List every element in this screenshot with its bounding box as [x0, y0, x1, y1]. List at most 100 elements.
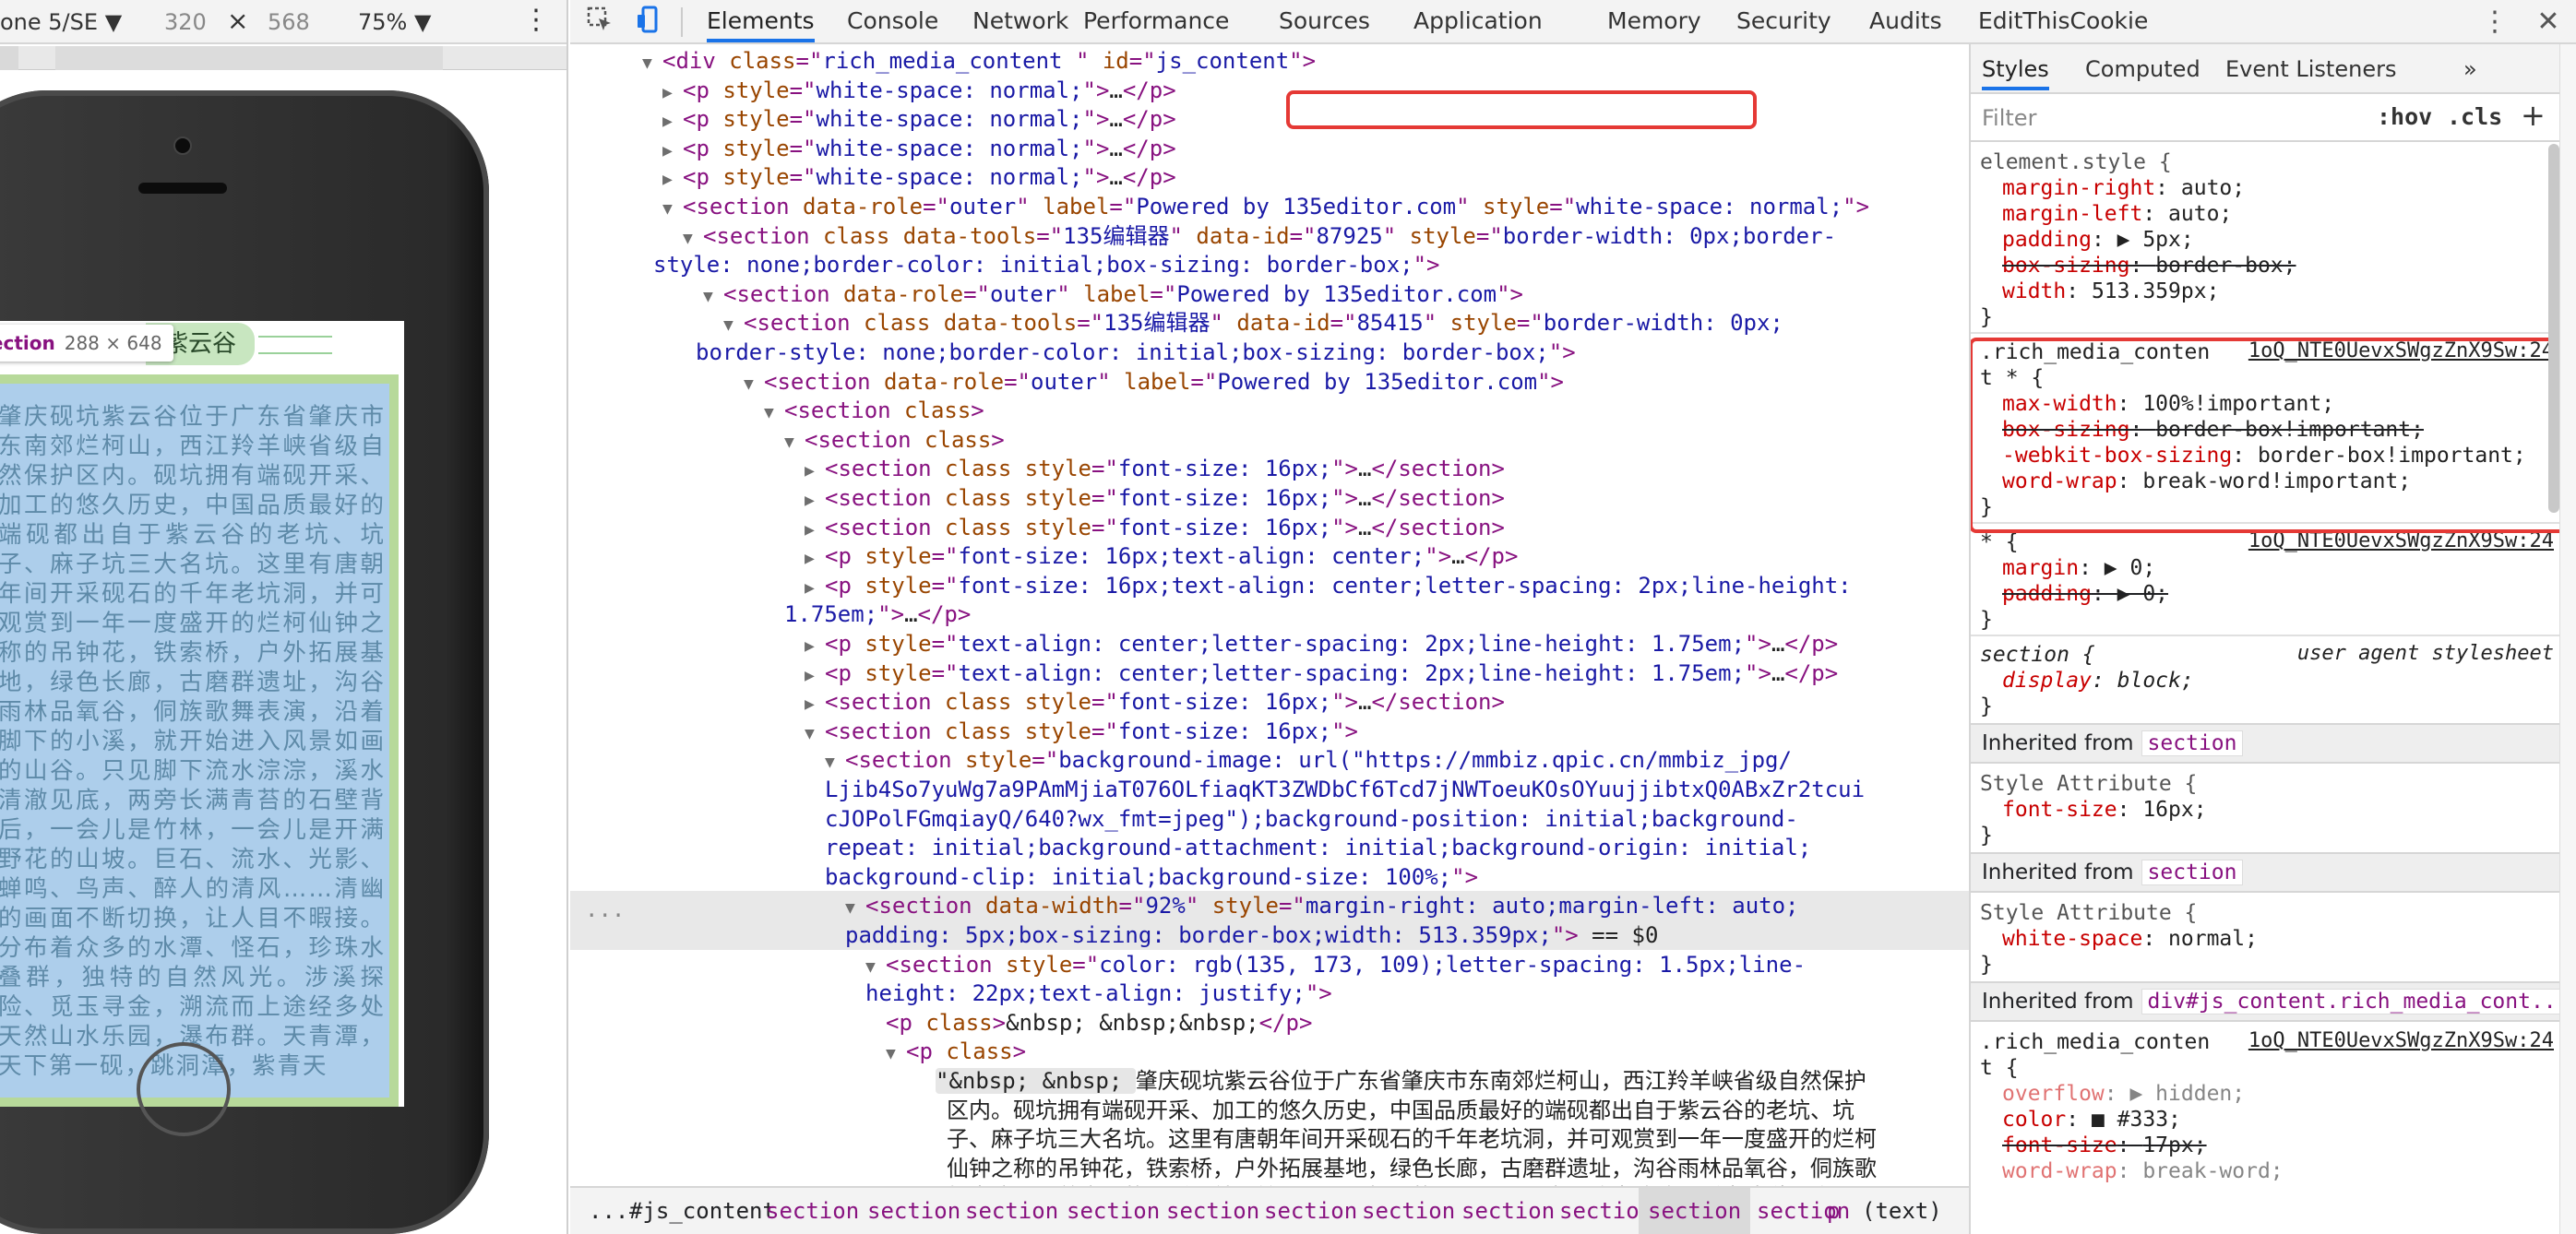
- dom-node[interactable]: ▶ <p style="text-align: center;letter-spa…: [805, 629, 1838, 659]
- breadcrumb-item[interactable]: (text): [1862, 1188, 1942, 1234]
- css-property[interactable]: width: 513.359px;: [2002, 279, 2219, 304]
- expand-triangle-icon[interactable]: ▼: [784, 428, 805, 457]
- dom-text-node[interactable]: "&nbsp; &nbsp; 肇庆砚坑紫云谷位于广东省肇庆市东南郊烂柯山，西江羚…: [936, 1066, 1866, 1096]
- dom-node[interactable]: ▶ <p style="font-size: 16px;text-align: c…: [805, 541, 1518, 571]
- dom-node[interactable]: ▶ <section class style="font-size: 16px;"…: [805, 483, 1505, 513]
- property-value[interactable]: block;: [2117, 669, 2194, 693]
- breadcrumb-item[interactable]: section: [867, 1188, 960, 1234]
- tab-application[interactable]: Application: [1413, 0, 1543, 42]
- property-value[interactable]: normal;: [2168, 927, 2258, 951]
- ellipsis-icon[interactable]: ...: [585, 895, 625, 924]
- dom-node[interactable]: ▼ <section class>: [764, 396, 984, 425]
- breadcrumb-item[interactable]: section: [1639, 1188, 1751, 1234]
- property-value[interactable]: ▶ 0;: [2105, 556, 2155, 580]
- dom-node[interactable]: ▼ <section data-role="outer" label="Power…: [662, 192, 1869, 221]
- css-property[interactable]: white-space: normal;: [2002, 926, 2258, 952]
- property-name[interactable]: margin: [2002, 556, 2079, 580]
- property-name[interactable]: padding: [2002, 582, 2092, 606]
- collapse-triangle-icon[interactable]: ▶: [662, 165, 683, 195]
- dom-node[interactable]: ▼ <div class="rich_media_content " id="js…: [642, 46, 1316, 76]
- dom-node[interactable]: ▼ <section class>: [784, 425, 1005, 455]
- new-rule-icon[interactable]: +: [2521, 98, 2546, 133]
- css-property[interactable]: box-sizing: border-box;: [2002, 253, 2296, 279]
- property-name[interactable]: margin-right: [2002, 176, 2155, 200]
- zoom-select[interactable]: 75% ▼: [358, 9, 431, 35]
- tab-editthiscookie[interactable]: EditThisCookie: [1978, 0, 2148, 42]
- tab-memory[interactable]: Memory: [1607, 0, 1701, 42]
- property-name[interactable]: width: [2002, 279, 2066, 303]
- styles-tab-0[interactable]: Styles: [1982, 48, 2049, 90]
- dom-node[interactable]: ▶ <section class style="font-size: 16px;"…: [805, 454, 1505, 483]
- dom-node[interactable]: ▼ <section class data-tools="135编辑器" data…: [683, 221, 1836, 251]
- dom-node[interactable]: ▼ <section data-width="92%" style="margin…: [845, 891, 1799, 920]
- styles-scrollbar[interactable]: [2548, 144, 2559, 513]
- dom-node[interactable]: ▶ <section class style="font-size: 16px;"…: [805, 513, 1505, 542]
- breadcrumb-item[interactable]: section: [1461, 1188, 1555, 1234]
- more-options-icon[interactable]: ⋮: [2478, 6, 2511, 39]
- tab-performance[interactable]: Performance: [1083, 0, 1229, 42]
- breadcrumb-item[interactable]: section: [1067, 1188, 1160, 1234]
- dom-node[interactable]: height: 22px;text-align: justify;">: [865, 979, 1332, 1008]
- elements-tree[interactable]: ▼ <div class="rich_media_content " id="js…: [570, 44, 1969, 1186]
- height-input[interactable]: 568: [268, 9, 310, 35]
- cls-toggle[interactable]: .cls: [2447, 103, 2502, 130]
- breadcrumb-item[interactable]: ...: [589, 1188, 628, 1234]
- styles-tab-2[interactable]: Event Listeners: [2225, 48, 2396, 90]
- dom-node[interactable]: ▼ <section class style="font-size: 16px;"…: [805, 717, 1358, 746]
- more-options-icon[interactable]: ⋮: [522, 4, 550, 36]
- property-value[interactable]: auto;: [2168, 202, 2232, 226]
- dom-node[interactable]: ▼ <section data-role="outer" label="Power…: [703, 279, 1523, 309]
- property-name[interactable]: margin-left: [2002, 202, 2142, 226]
- property-name[interactable]: white-space: [2002, 927, 2142, 951]
- breadcrumb-item[interactable]: section: [1166, 1188, 1259, 1234]
- expand-triangle-icon[interactable]: ▼: [642, 49, 662, 78]
- hov-toggle[interactable]: :hov: [2377, 103, 2432, 130]
- property-name[interactable]: display: [2002, 669, 2092, 693]
- property-value[interactable]: 16px;: [2142, 798, 2206, 822]
- css-property[interactable]: font-size: 16px;: [2002, 797, 2207, 823]
- dom-node[interactable]: background-clip: initial;background-size…: [825, 862, 1478, 892]
- breadcrumb-item[interactable]: p: [1827, 1188, 1840, 1234]
- expand-triangle-icon[interactable]: ▼: [723, 311, 744, 340]
- expand-triangle-icon[interactable]: ▼: [662, 195, 683, 224]
- collapse-triangle-icon[interactable]: ▶: [805, 690, 825, 719]
- close-icon[interactable]: ✕: [2532, 6, 2565, 39]
- dom-node[interactable]: ▶ <p style="white-space: normal;">…</p>: [662, 104, 1176, 134]
- expand-triangle-icon[interactable]: ▼: [703, 282, 723, 312]
- property-name[interactable]: font-size: [2002, 1133, 2117, 1157]
- property-value[interactable]: ■ #333;: [2092, 1108, 2181, 1132]
- dom-node[interactable]: border-style: none;border-color: initial…: [696, 338, 1576, 367]
- inherited-from-link[interactable]: section: [2141, 730, 2244, 756]
- property-value[interactable]: auto;: [2181, 176, 2245, 200]
- dom-text-node[interactable]: 区内。砚坑拥有端砚开采、加工的悠久历史，中国品质最好的端砚都出自于紫云谷的老坑、…: [947, 1096, 1854, 1125]
- css-property[interactable]: word-wrap: break-word;: [2002, 1158, 2284, 1184]
- property-value[interactable]: border-box;: [2155, 254, 2296, 278]
- tab-security[interactable]: Security: [1736, 0, 1831, 42]
- breadcrumb-item[interactable]: section: [1264, 1188, 1357, 1234]
- css-property[interactable]: font-size: 17px;: [2002, 1133, 2207, 1158]
- property-value[interactable]: ▶ hidden;: [2129, 1082, 2245, 1106]
- inherited-from-link[interactable]: section: [2141, 860, 2244, 885]
- expand-triangle-icon[interactable]: ▼: [886, 1039, 906, 1069]
- dom-node[interactable]: ▼ <section style="background-image: url("…: [825, 745, 1792, 775]
- property-value[interactable]: break-word;: [2142, 1159, 2283, 1183]
- dom-node[interactable]: ▶ <p style="text-align: center;letter-spa…: [805, 659, 1838, 688]
- css-property[interactable]: padding: ▶ 5px;: [2002, 227, 2194, 253]
- phone-screen[interactable]: 紫云谷 section288 × 648 肇庆砚坑紫云谷位于广东省肇庆市东南郊烂…: [0, 321, 404, 1107]
- breadcrumb-item[interactable]: section: [766, 1188, 859, 1234]
- tab-elements[interactable]: Elements: [707, 0, 815, 42]
- expand-triangle-icon[interactable]: ▼: [744, 370, 764, 399]
- dom-node[interactable]: ▼ <section style="color: rgb(135, 173, 10…: [865, 950, 1806, 979]
- property-name[interactable]: word-wrap: [2002, 1159, 2117, 1183]
- dom-node[interactable]: ▶ <p style="white-space: normal;">…</p>: [662, 162, 1176, 192]
- property-name[interactable]: font-size: [2002, 798, 2117, 822]
- dom-node[interactable]: ▶ <p style="white-space: normal;">…</p>: [662, 76, 1176, 105]
- property-name[interactable]: color: [2002, 1108, 2066, 1132]
- dom-node[interactable]: Ljib4So7yuWg7a9PAmMjiaT076OLfiaqKT3ZWDbC…: [825, 775, 1865, 804]
- filter-input[interactable]: Filter: [1982, 105, 2036, 131]
- css-property[interactable]: margin-left: auto;: [2002, 201, 2232, 227]
- collapse-triangle-icon[interactable]: ▶: [805, 632, 825, 661]
- dom-node[interactable]: 1.75em;">…</p>: [784, 599, 971, 629]
- collapse-triangle-icon[interactable]: ▶: [805, 457, 825, 486]
- dom-node[interactable]: ▼ <section class data-tools="135编辑器" data…: [723, 308, 1783, 338]
